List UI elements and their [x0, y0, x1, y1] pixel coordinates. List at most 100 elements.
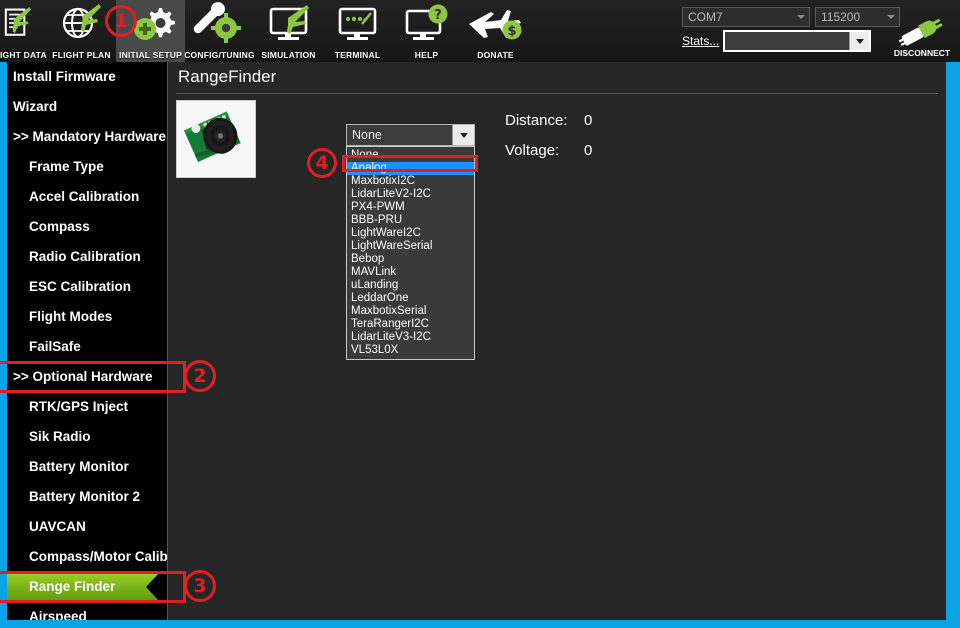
toolbar-tab-strip: FLIGHT DATA FLIGHT PLAN INITIAL SETUP	[0, 0, 530, 62]
rangefinder-option-px4-pwm[interactable]: PX4-PWM	[347, 201, 474, 214]
sidebar-item-uavcan[interactable]: UAVCAN	[7, 512, 167, 542]
rangefinder-option-terarangeri2c[interactable]: TeraRangerI2C	[347, 318, 474, 331]
sidebar-item-battery-monitor[interactable]: Battery Monitor	[7, 452, 167, 482]
toolbar-tab-terminal[interactable]: TERMINAL	[323, 0, 392, 62]
toolbar-tab-simulation[interactable]: SIMULATION	[254, 0, 323, 62]
rangefinder-option-none[interactable]: None	[347, 149, 474, 162]
flight-plan-icon	[47, 2, 116, 44]
rangefinder-option-lightwarei2c[interactable]: LightWareI2C	[347, 227, 474, 240]
toolbar-tab-initial-setup[interactable]: INITIAL SETUP	[116, 0, 185, 62]
sidebar-item-label: Radio Calibration	[29, 249, 141, 264]
simulation-icon	[254, 2, 323, 44]
chevron-down-icon	[856, 39, 864, 44]
rangefinder-option-maxbotixi2c[interactable]: MaxbotixI2C	[347, 175, 474, 188]
toolbar-tab-config-tuning[interactable]: CONFIG/TUNING	[184, 0, 255, 62]
toolbar-tab-label: FLIGHT DATA	[0, 50, 47, 60]
rangefinder-option-bbb-pru[interactable]: BBB-PRU	[347, 214, 474, 227]
active-item-chevron-icon	[146, 572, 160, 602]
sidebar-item-compass[interactable]: Compass	[7, 212, 167, 242]
sidebar-item-failsafe[interactable]: FailSafe	[7, 332, 167, 362]
config-tuning-icon	[185, 2, 254, 44]
sidebar-item-compass-motor-calib[interactable]: Compass/Motor Calib	[7, 542, 167, 572]
stats-link[interactable]: Stats...	[682, 34, 719, 48]
rangefinder-dropdown-button[interactable]	[452, 125, 474, 145]
rangefinder-type-select[interactable]: None	[346, 124, 475, 146]
voltage-value: 0	[584, 142, 593, 159]
toolbar-tab-flight-plan[interactable]: FLIGHT PLAN	[47, 0, 116, 62]
sidebar-item-mandatory-hardware[interactable]: >> Mandatory Hardware	[7, 122, 167, 152]
sidebar-item-battery-monitor-2[interactable]: Battery Monitor 2	[7, 482, 167, 512]
toolbar-tab-label: SIMULATION	[261, 50, 316, 60]
link-type-dropdown-button[interactable]	[849, 32, 869, 50]
sidebar-item-esc-calibration[interactable]: ESC Calibration	[7, 272, 167, 302]
toolbar-tab-help[interactable]: ? HELP	[392, 0, 461, 62]
sidebar-item-label: Battery Monitor	[29, 459, 129, 474]
setup-sidebar: Install Firmware Wizard >> Mandatory Hardw…	[7, 62, 167, 620]
ultrasonic-sensor-illustration	[177, 101, 255, 177]
window-left-accent-edge	[0, 62, 7, 628]
window-bottom-accent-edge	[0, 620, 960, 628]
sidebar-item-label: UAVCAN	[29, 519, 86, 534]
sidebar-item-radio-calibration[interactable]: Radio Calibration	[7, 242, 167, 272]
rangefinder-option-analog[interactable]: Analog	[347, 162, 474, 175]
com-port-value: COM7	[688, 10, 723, 24]
svg-text:?: ?	[434, 8, 442, 23]
sidebar-item-range-finder[interactable]: Range Finder	[7, 572, 160, 602]
sidebar-item-airspeed[interactable]: Airspeed	[7, 602, 167, 620]
disconnect-button[interactable]: DISCONNECT	[886, 2, 958, 60]
connection-controls: COM7 115200 Stats... DISCONNECT	[660, 0, 960, 62]
com-port-select[interactable]: COM7	[682, 7, 810, 27]
sidebar-item-label: Accel Calibration	[29, 189, 140, 204]
page-title: RangeFinder	[178, 67, 277, 86]
link-type-select[interactable]	[723, 30, 871, 52]
chevron-down-icon	[460, 133, 468, 138]
rangefinder-option-vl53l0x[interactable]: VL53L0X	[347, 344, 474, 357]
rangefinder-option-lidarlitev2-i2c[interactable]: LidarLiteV2-I2C	[347, 188, 474, 201]
chevron-down-icon	[797, 15, 805, 19]
rangefinder-option-maxbotixserial[interactable]: MaxbotixSerial	[347, 305, 474, 318]
rangefinder-option-lidarlitev3-i2c[interactable]: LidarLiteV3-I2C	[347, 331, 474, 344]
sidebar-item-label: Wizard	[13, 99, 58, 114]
rangefinder-option-leddarone[interactable]: LeddarOne	[347, 292, 474, 305]
rangefinder-option-lightwareserial[interactable]: LightWareSerial	[347, 240, 474, 253]
sidebar-item-wizard[interactable]: Wizard	[7, 92, 167, 122]
toolbar-tab-flight-data[interactable]: FLIGHT DATA	[0, 0, 47, 62]
sidebar-item-label: Compass	[29, 219, 90, 234]
sidebar-item-optional-hardware[interactable]: >> Optional Hardware	[7, 362, 167, 392]
sidebar-item-sik-radio[interactable]: Sik Radio	[7, 422, 167, 452]
sidebar-item-accel-calibration[interactable]: Accel Calibration	[7, 182, 167, 212]
sidebar-item-flight-modes[interactable]: Flight Modes	[7, 302, 167, 332]
distance-value: 0	[584, 112, 593, 129]
title-divider	[176, 93, 938, 94]
sidebar-item-label: >> Optional Hardware	[13, 369, 153, 384]
rangefinder-option-mavlink[interactable]: MAVLink	[347, 266, 474, 279]
toolbar-tab-donate[interactable]: $ DONATE	[461, 0, 530, 62]
toolbar-tab-label: TERMINAL	[334, 50, 381, 60]
sidebar-item-rtk-gps-inject[interactable]: RTK/GPS Inject	[7, 392, 167, 422]
rangefinder-option-bebop[interactable]: Bebop	[347, 253, 474, 266]
sidebar-item-label: ESC Calibration	[29, 279, 132, 294]
toolbar-tab-label: DONATE	[477, 50, 514, 60]
sidebar-item-label: RTK/GPS Inject	[29, 399, 129, 414]
rangefinder-option-list[interactable]: None Analog MaxbotixI2C LidarLiteV2-I2C PX4-…	[346, 146, 475, 360]
rangefinder-option-ulanding[interactable]: uLanding	[347, 279, 474, 292]
window-right-accent-edge	[946, 62, 960, 628]
rangefinder-product-image	[176, 100, 256, 178]
disconnect-label: DISCONNECT	[893, 48, 951, 58]
sidebar-item-label: Compass/Motor Calib	[29, 549, 167, 564]
distance-label: Distance:	[505, 112, 568, 129]
terminal-icon	[323, 2, 392, 44]
voltage-label: Voltage:	[505, 142, 560, 159]
application-window: FLIGHT DATA FLIGHT PLAN INITIAL SETUP	[0, 0, 960, 628]
sidebar-item-frame-type[interactable]: Frame Type	[7, 152, 167, 182]
sidebar-item-label: Install Firmware	[13, 69, 116, 84]
baud-rate-value: 115200	[821, 10, 861, 24]
sidebar-item-label: Range Finder	[29, 579, 116, 594]
svg-text:$: $	[507, 24, 516, 39]
sidebar-item-label: Battery Monitor 2	[29, 489, 141, 504]
sidebar-item-install-firmware[interactable]: Install Firmware	[7, 62, 167, 92]
sidebar-item-label: Sik Radio	[29, 429, 91, 444]
plug-disconnect-icon	[898, 19, 943, 47]
sidebar-item-label: FailSafe	[29, 339, 81, 354]
donate-icon: $	[461, 2, 530, 44]
